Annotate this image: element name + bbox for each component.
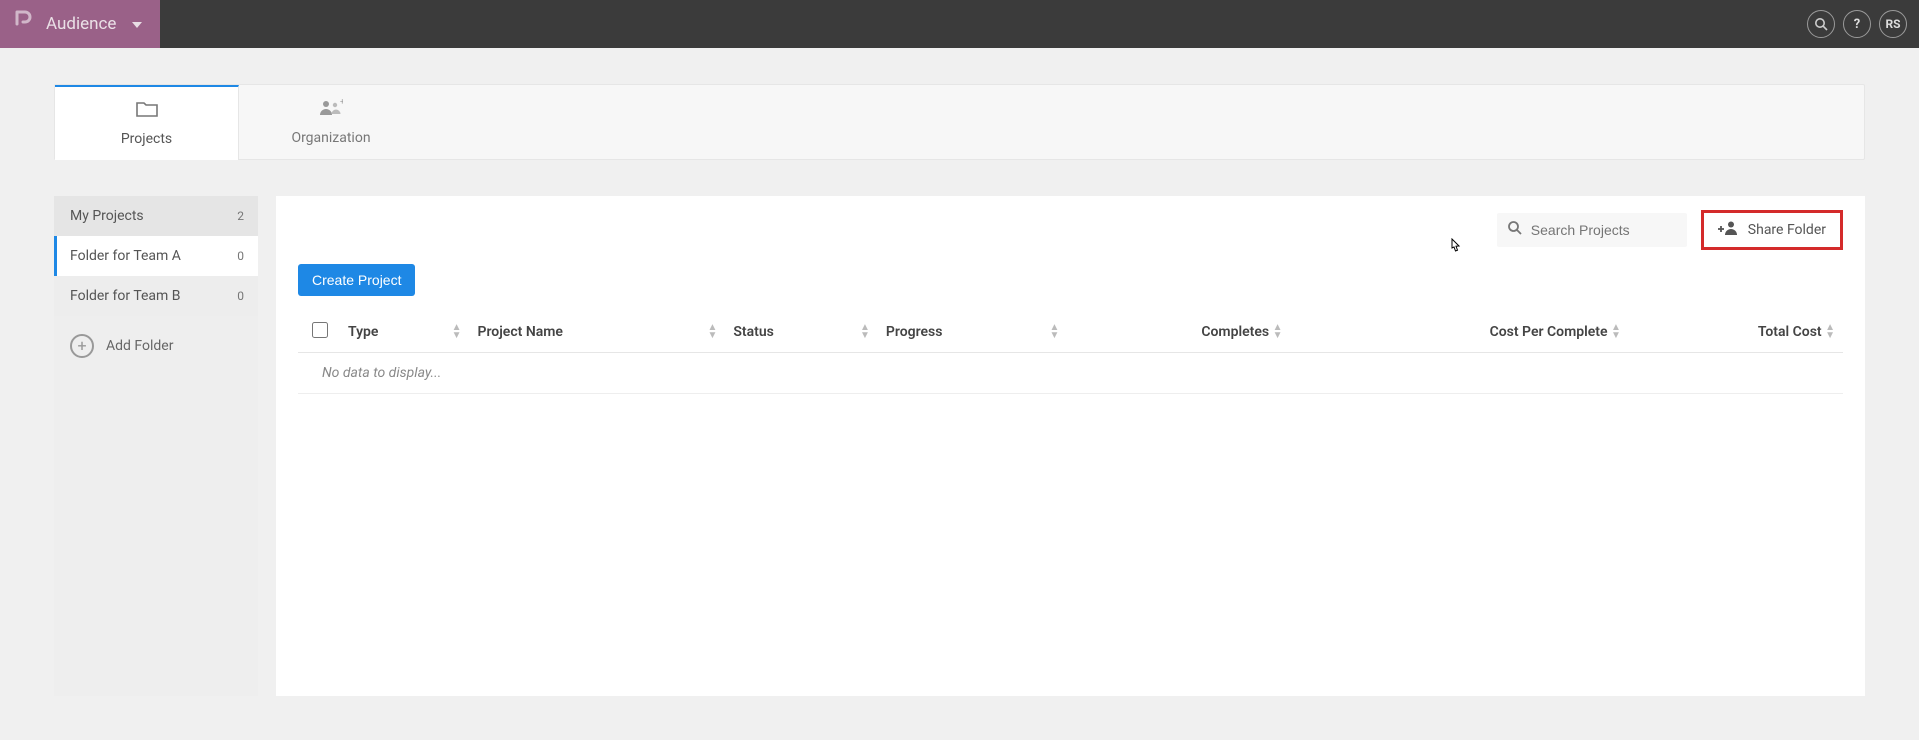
topbar-actions: ? RS	[1807, 0, 1919, 48]
person-add-icon	[1718, 220, 1738, 240]
col-total-cost[interactable]: Total Cost ▲▼	[1629, 312, 1843, 353]
add-folder-button[interactable]: + Add Folder	[54, 316, 258, 376]
create-project-button[interactable]: Create Project	[298, 264, 415, 296]
select-all-checkbox[interactable]	[312, 322, 328, 338]
sidebar-item-count: 2	[237, 209, 244, 223]
search-icon	[1507, 220, 1523, 240]
toolbar: Share Folder	[298, 206, 1843, 254]
sort-icon: ▲▼	[1825, 324, 1835, 340]
app-logo-icon	[14, 10, 32, 38]
plus-icon: +	[70, 334, 94, 358]
col-progress[interactable]: Progress▲▼	[878, 312, 1067, 353]
search-box[interactable]	[1497, 213, 1687, 247]
col-type[interactable]: Type▲▼	[340, 312, 469, 353]
app-title: Audience	[46, 14, 116, 34]
sidebar-item-folder-team-a[interactable]: Folder for Team A 0	[54, 236, 258, 276]
sort-icon: ▲▼	[860, 324, 870, 340]
share-folder-button[interactable]: Share Folder	[1701, 210, 1843, 250]
projects-table: Type▲▼ Project Name▲▼ Status▲▼ Progress▲…	[298, 312, 1843, 394]
sidebar-item-count: 0	[237, 289, 244, 303]
tab-label: Organization	[291, 130, 370, 146]
empty-message: No data to display...	[298, 353, 1843, 394]
folder-icon	[136, 100, 158, 123]
sort-icon: ▲▼	[452, 324, 462, 340]
tab-projects[interactable]: Projects	[55, 85, 239, 159]
folder-sidebar: My Projects 2 Folder for Team A 0 Folder…	[54, 196, 258, 696]
sidebar-item-label: My Projects	[70, 208, 144, 224]
col-cost-per-complete[interactable]: Cost Per Complete ▲▼	[1290, 312, 1628, 353]
user-avatar[interactable]: RS	[1879, 10, 1907, 38]
org-icon: +	[319, 99, 343, 122]
main-tabs: Projects + Organization	[54, 84, 1865, 160]
main-panel: Share Folder Create Project Type▲▼ Proje…	[276, 196, 1865, 696]
sort-icon: ▲▼	[707, 324, 717, 340]
share-folder-label: Share Folder	[1748, 222, 1826, 238]
sidebar-item-folder-team-b[interactable]: Folder for Team B 0	[54, 276, 258, 316]
sort-icon: ▲▼	[1049, 324, 1059, 340]
svg-text:+: +	[340, 99, 343, 106]
brand-dropdown[interactable]: Audience	[0, 0, 160, 48]
help-icon[interactable]: ?	[1843, 10, 1871, 38]
col-completes[interactable]: Completes ▲▼	[1067, 312, 1290, 353]
sidebar-item-count: 0	[237, 249, 244, 263]
sidebar-item-label: Folder for Team A	[70, 248, 181, 264]
col-status[interactable]: Status▲▼	[725, 312, 878, 353]
search-input[interactable]	[1531, 222, 1677, 238]
sort-icon: ▲▼	[1273, 324, 1283, 340]
sidebar-item-my-projects[interactable]: My Projects 2	[54, 196, 258, 236]
sort-icon: ▲▼	[1611, 324, 1621, 340]
search-icon[interactable]	[1807, 10, 1835, 38]
top-bar: Audience ? RS	[0, 0, 1919, 48]
tab-label: Projects	[121, 131, 172, 147]
add-folder-label: Add Folder	[106, 338, 173, 354]
tab-organization[interactable]: + Organization	[239, 85, 423, 159]
sidebar-item-label: Folder for Team B	[70, 288, 181, 304]
caret-down-icon	[132, 16, 142, 32]
col-project-name[interactable]: Project Name▲▼	[469, 312, 725, 353]
